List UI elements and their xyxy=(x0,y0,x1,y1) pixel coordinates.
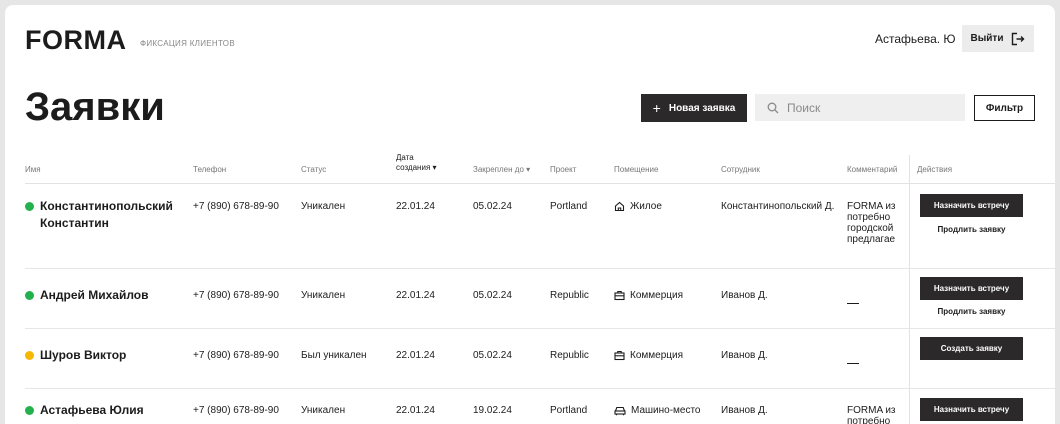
room-label: Коммерция xyxy=(630,350,683,361)
search-input[interactable] xyxy=(787,100,957,115)
status-dot xyxy=(25,351,34,360)
phone-cell: +7 (890) 678-89-90 xyxy=(193,290,279,301)
column-header-comment[interactable]: Комментарий xyxy=(847,165,909,175)
actions-column-divider xyxy=(909,155,910,424)
extend-request-link[interactable]: Продлить заявку xyxy=(920,225,1023,234)
phone-cell: +7 (890) 678-89-90 xyxy=(193,405,279,416)
home-icon xyxy=(614,201,625,212)
pinned-date-cell: 05.02.24 xyxy=(473,290,512,301)
search-icon xyxy=(767,102,779,113)
extend-request-link[interactable]: Продлить заявку xyxy=(920,307,1023,316)
project-cell: Portland xyxy=(550,405,588,416)
created-date-cell: 22.01.24 xyxy=(396,405,435,416)
header-divider xyxy=(25,183,1055,184)
logout-label: Выйти xyxy=(970,33,1004,44)
comment-cell: FORMA из потребно городской предлагае xyxy=(847,201,896,245)
new-request-label: Новая заявка xyxy=(668,102,736,114)
column-header-status[interactable]: Статус xyxy=(301,165,326,175)
comment-cell: FORMA из потребно xyxy=(847,405,896,424)
column-header-project[interactable]: Проект xyxy=(550,165,576,175)
status-cell: Уникален xyxy=(301,201,346,212)
row-divider xyxy=(25,328,1055,329)
comment-cell xyxy=(847,363,859,364)
employee-cell: Иванов Д. xyxy=(721,290,768,301)
room-label: Жилое xyxy=(630,201,662,212)
logout-icon xyxy=(1012,32,1025,45)
project-cell: Portland xyxy=(550,201,588,212)
pinned-date-cell: 05.02.24 xyxy=(473,201,512,212)
comment-cell xyxy=(847,303,859,304)
room-label: Машино-место xyxy=(631,405,701,416)
column-header-pinned-label: Закреплен до xyxy=(473,165,524,174)
created-date-cell: 22.01.24 xyxy=(396,350,435,361)
status-dot xyxy=(25,406,34,415)
phone-cell: +7 (890) 678-89-90 xyxy=(193,201,279,212)
employee-cell: Константинопольский Д. xyxy=(721,201,835,212)
client-name[interactable]: Андрей Михайлов xyxy=(40,287,200,304)
schedule-meeting-button[interactable]: Назначить встречу xyxy=(920,277,1023,300)
pinned-date-cell: 05.02.24 xyxy=(473,350,512,361)
filter-button[interactable]: Фильтр xyxy=(974,95,1035,121)
status-cell: Уникален xyxy=(301,405,346,416)
client-name[interactable]: Шуров Виктор xyxy=(40,347,200,364)
row-divider xyxy=(25,388,1055,389)
current-user-name: Астафьева. Ю xyxy=(875,32,956,46)
column-header-created-line1: Дата xyxy=(396,153,414,162)
logo-subtitle: ФИКСАЦИЯ КЛИЕНТОВ xyxy=(140,39,235,48)
create-request-button[interactable]: Создать заявку xyxy=(920,337,1023,360)
project-cell: Republic xyxy=(550,290,589,301)
plus-icon: + xyxy=(652,100,661,116)
page-title: Заявки xyxy=(25,85,165,129)
schedule-meeting-button[interactable]: Назначить встречу xyxy=(920,194,1023,217)
room-label: Коммерция xyxy=(630,290,683,301)
column-header-created[interactable]: Дата создания ▾ xyxy=(396,153,437,173)
logout-button[interactable]: Выйти xyxy=(962,25,1034,52)
logo: FORMA xyxy=(25,25,127,55)
column-header-pinned[interactable]: Закреплен до ▾ xyxy=(473,165,530,175)
briefcase-icon xyxy=(614,290,625,301)
project-cell: Republic xyxy=(550,350,589,361)
car-icon xyxy=(614,406,626,416)
app-card: FORMA ФИКСАЦИЯ КЛИЕНТОВ Астафьева. Ю Вый… xyxy=(5,5,1055,424)
status-cell: Уникален xyxy=(301,290,346,301)
new-request-button[interactable]: + Новая заявка xyxy=(641,94,747,122)
schedule-meeting-button[interactable]: Назначить встречу xyxy=(920,398,1023,421)
employee-cell: Иванов Д. xyxy=(721,350,768,361)
employee-cell: Иванов Д. xyxy=(721,405,768,416)
room-cell: Машино-место xyxy=(614,405,701,416)
row-divider xyxy=(25,268,1055,269)
column-header-name[interactable]: Имя xyxy=(25,165,41,175)
briefcase-icon xyxy=(614,350,625,361)
created-date-cell: 22.01.24 xyxy=(396,290,435,301)
status-dot xyxy=(25,291,34,300)
status-dot xyxy=(25,202,34,211)
phone-cell: +7 (890) 678-89-90 xyxy=(193,350,279,361)
room-cell: Коммерция xyxy=(614,290,683,301)
client-name[interactable]: Астафьева Юлия xyxy=(40,402,200,419)
sort-down-icon: ▾ xyxy=(526,165,531,174)
client-name[interactable]: Константинопольский Константин xyxy=(40,198,180,232)
column-header-actions: Действия xyxy=(917,165,953,174)
pinned-date-cell: 19.02.24 xyxy=(473,405,512,416)
column-header-employee[interactable]: Сотрудник xyxy=(721,165,760,175)
search-box[interactable] xyxy=(755,94,965,121)
room-cell: Коммерция xyxy=(614,350,683,361)
status-cell: Был уникален xyxy=(301,350,367,361)
created-date-cell: 22.01.24 xyxy=(396,201,435,212)
column-header-created-line2: создания xyxy=(396,163,431,172)
column-header-room[interactable]: Помещение xyxy=(614,165,658,175)
column-header-phone[interactable]: Телефон xyxy=(193,165,226,175)
room-cell: Жилое xyxy=(614,201,662,212)
sort-down-icon: ▾ xyxy=(432,163,437,172)
